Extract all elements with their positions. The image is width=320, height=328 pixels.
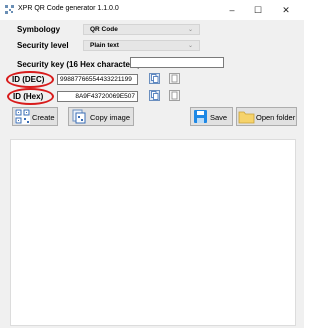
create-button[interactable]: Create bbox=[12, 107, 58, 126]
id-hex-input[interactable] bbox=[57, 91, 138, 102]
security-key-label: Security key (16 Hex characters) bbox=[17, 60, 141, 69]
save-icon bbox=[194, 110, 207, 123]
save-button[interactable]: Save bbox=[190, 107, 233, 126]
copy-icon[interactable] bbox=[149, 73, 160, 84]
minimize-button[interactable]: – bbox=[222, 3, 242, 17]
create-button-label: Create bbox=[32, 113, 55, 122]
security-level-selected-value: Plain text bbox=[90, 42, 119, 49]
security-level-label: Security level bbox=[17, 41, 69, 50]
qr-app-icon bbox=[5, 5, 14, 14]
paste-icon[interactable] bbox=[169, 90, 180, 101]
chevron-down-icon: ⌄ bbox=[187, 27, 193, 33]
security-key-input[interactable] bbox=[130, 57, 224, 68]
save-button-label: Save bbox=[210, 113, 228, 122]
open-folder-button[interactable]: Open folder bbox=[236, 107, 297, 126]
qr-code-icon bbox=[15, 109, 30, 124]
symbology-selected-value: QR Code bbox=[90, 26, 118, 33]
close-button[interactable]: ✕ bbox=[276, 3, 296, 17]
security-level-select[interactable]: Plain text ⌄ bbox=[83, 40, 200, 51]
title-bar: XPR QR Code generator 1.1.0.0 – ☐ ✕ bbox=[0, 0, 304, 20]
id-hex-label: ID (Hex) bbox=[13, 92, 44, 101]
paste-icon[interactable] bbox=[169, 73, 180, 84]
copy-icon[interactable] bbox=[149, 90, 160, 101]
chevron-down-icon: ⌄ bbox=[187, 43, 193, 49]
maximize-button[interactable]: ☐ bbox=[248, 3, 268, 17]
qr-preview-area bbox=[10, 139, 296, 326]
open-folder-button-label: Open folder bbox=[256, 113, 296, 122]
app-window: XPR QR Code generator 1.1.0.0 – ☐ ✕ Symb… bbox=[0, 0, 304, 328]
symbology-select[interactable]: QR Code ⌄ bbox=[83, 24, 200, 35]
copy-image-button-label: Copy image bbox=[90, 113, 131, 122]
id-dec-input[interactable] bbox=[57, 74, 138, 85]
copy-image-button[interactable]: Copy image bbox=[68, 107, 134, 126]
symbology-label: Symbology bbox=[17, 25, 61, 34]
id-dec-label: ID (DEC) bbox=[12, 75, 45, 84]
folder-icon bbox=[238, 111, 255, 124]
window-title: XPR QR Code generator 1.1.0.0 bbox=[18, 5, 119, 12]
copy-image-icon bbox=[72, 109, 86, 124]
